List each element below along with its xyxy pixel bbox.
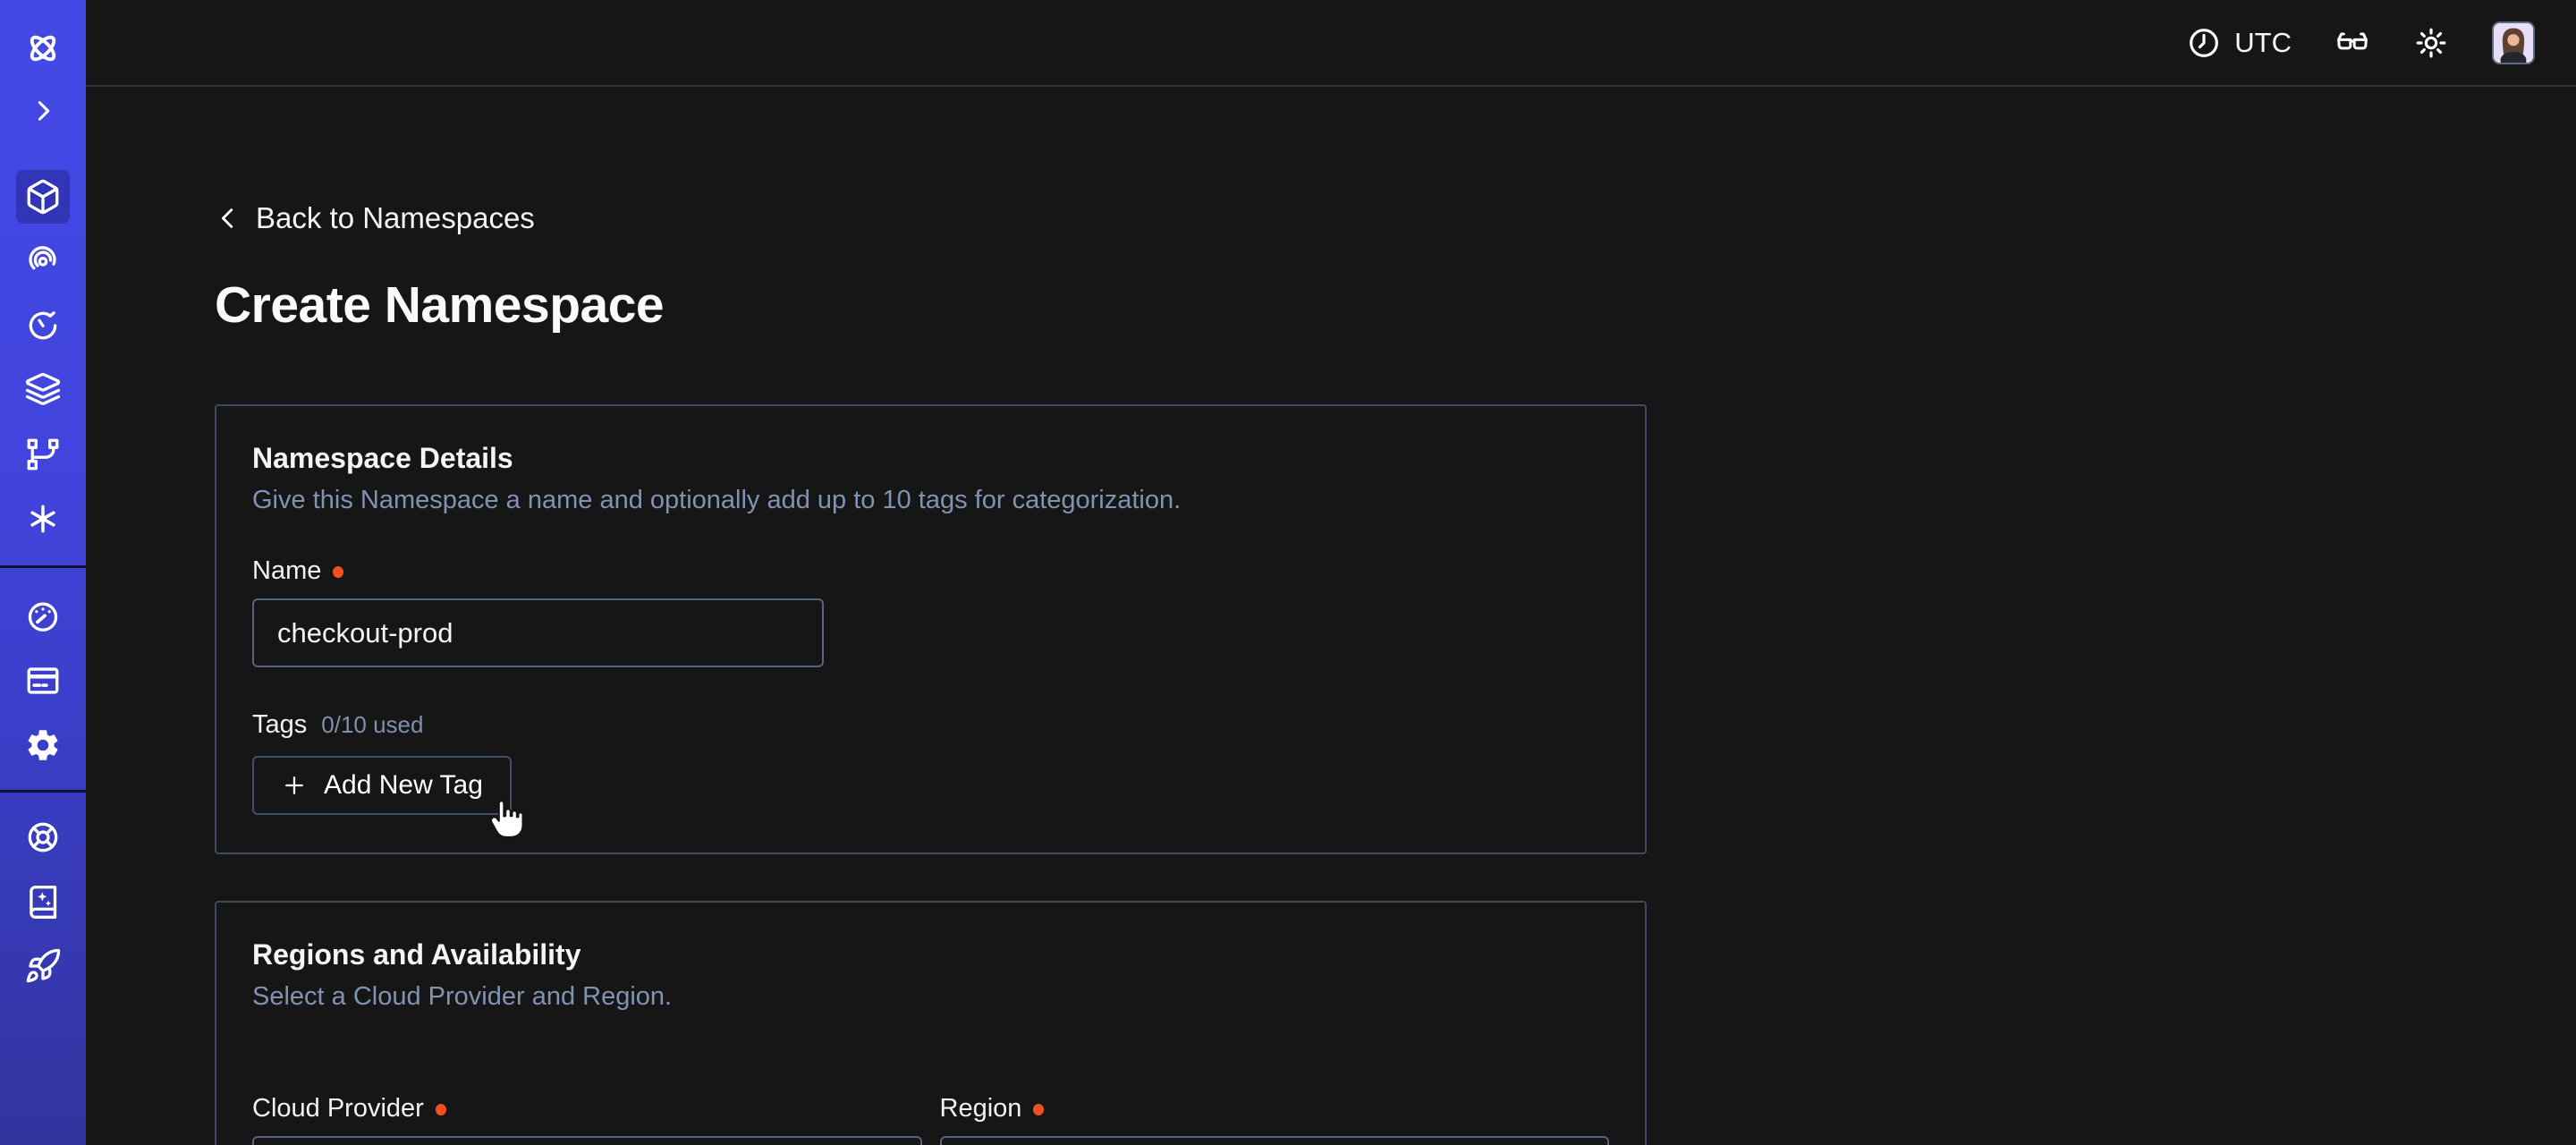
chevron-left-icon: [215, 205, 242, 232]
required-dot: [333, 566, 343, 578]
back-to-namespaces-link[interactable]: Back to Namespaces: [215, 201, 535, 235]
plus-icon: [281, 772, 308, 799]
timezone-label: UTC: [2234, 27, 2292, 59]
region-field: Region Select Region: [940, 1053, 1610, 1145]
schedules-timer-icon: [24, 307, 62, 344]
support-lifebuoy-icon: [24, 818, 62, 856]
sidebar-item-workflows[interactable]: [16, 234, 70, 288]
sidebar-divider: [0, 565, 86, 568]
cloud-provider-label: Cloud Provider: [252, 1094, 922, 1124]
card-title: Regions and Availability: [252, 938, 1609, 971]
tags-count: 0/10 used: [321, 711, 423, 739]
back-link-label: Back to Namespaces: [256, 201, 535, 235]
sidebar-divider: [0, 790, 86, 793]
card-title: Namespace Details: [252, 442, 1609, 475]
getting-started-rocket-icon: [24, 947, 62, 985]
card-subtitle: Select a Cloud Provider and Region.: [252, 982, 1609, 1012]
main-content: Back to Namespaces Create Namespace Name…: [86, 89, 2576, 1145]
required-dot: [436, 1104, 446, 1115]
sidebar-item-usage[interactable]: [16, 589, 70, 643]
theme-toggle-button[interactable]: [2413, 25, 2449, 61]
temporal-logo-icon: [16, 21, 70, 75]
sidebar-item-support[interactable]: [16, 810, 70, 864]
sidebar-item-getting-started[interactable]: [16, 939, 70, 993]
sun-icon: [2413, 25, 2449, 61]
region-label: Region: [940, 1094, 1610, 1124]
clock-icon: [2186, 25, 2222, 61]
topbar: UTC: [86, 0, 2576, 87]
sidebar-item-deployments[interactable]: [16, 363, 70, 417]
add-tag-label: Add New Tag: [324, 770, 483, 801]
tags-row: Tags 0/10 used: [252, 710, 1609, 740]
sidebar-item-settings[interactable]: [16, 718, 70, 772]
settings-gear-icon: [24, 726, 62, 764]
required-dot: [1033, 1104, 1044, 1115]
sidebar-item-schedules[interactable]: [16, 299, 70, 352]
region-select[interactable]: Select Region: [940, 1136, 1610, 1145]
card-subtitle: Give this Namespace a name and optionall…: [252, 486, 1609, 515]
usage-gauge-icon: [24, 598, 62, 635]
timezone-button[interactable]: UTC: [2186, 25, 2292, 61]
nexus-asterisk-icon: [24, 500, 62, 538]
add-new-tag-button[interactable]: Add New Tag: [252, 756, 512, 815]
namespace-details-card: Namespace Details Give this Namespace a …: [215, 404, 1647, 854]
sidebar-item-nexus[interactable]: [16, 492, 70, 546]
tags-label: Tags: [252, 710, 307, 740]
namespace-name-input[interactable]: [252, 598, 824, 667]
labs-toggle-button[interactable]: [2334, 25, 2370, 61]
sidebar-item-namespaces[interactable]: [16, 170, 70, 224]
sidebar-item-docs[interactable]: [16, 875, 70, 929]
user-avatar[interactable]: [2492, 21, 2535, 64]
namespaces-cube-icon: [24, 178, 62, 216]
sidebar-item-pipelines[interactable]: [16, 428, 70, 481]
billing-card-icon: [24, 662, 62, 700]
sidebar-item-billing[interactable]: [16, 654, 70, 708]
cloud-provider-field: Cloud Provider Select Cloud Provider: [252, 1053, 922, 1145]
sidebar: [0, 0, 86, 1145]
cloud-provider-select[interactable]: Select Cloud Provider: [252, 1136, 922, 1145]
expand-sidebar-icon[interactable]: [16, 84, 70, 138]
pipelines-branch-icon: [24, 436, 62, 473]
deployments-layers-icon: [24, 371, 62, 409]
workflows-spiral-icon: [24, 242, 62, 280]
name-field-label: Name: [252, 556, 1609, 586]
page-title: Create Namespace: [215, 276, 2576, 335]
regions-availability-card: Regions and Availability Select a Cloud …: [215, 901, 1647, 1145]
docs-book-icon: [24, 883, 62, 920]
glasses-icon: [2334, 25, 2370, 61]
